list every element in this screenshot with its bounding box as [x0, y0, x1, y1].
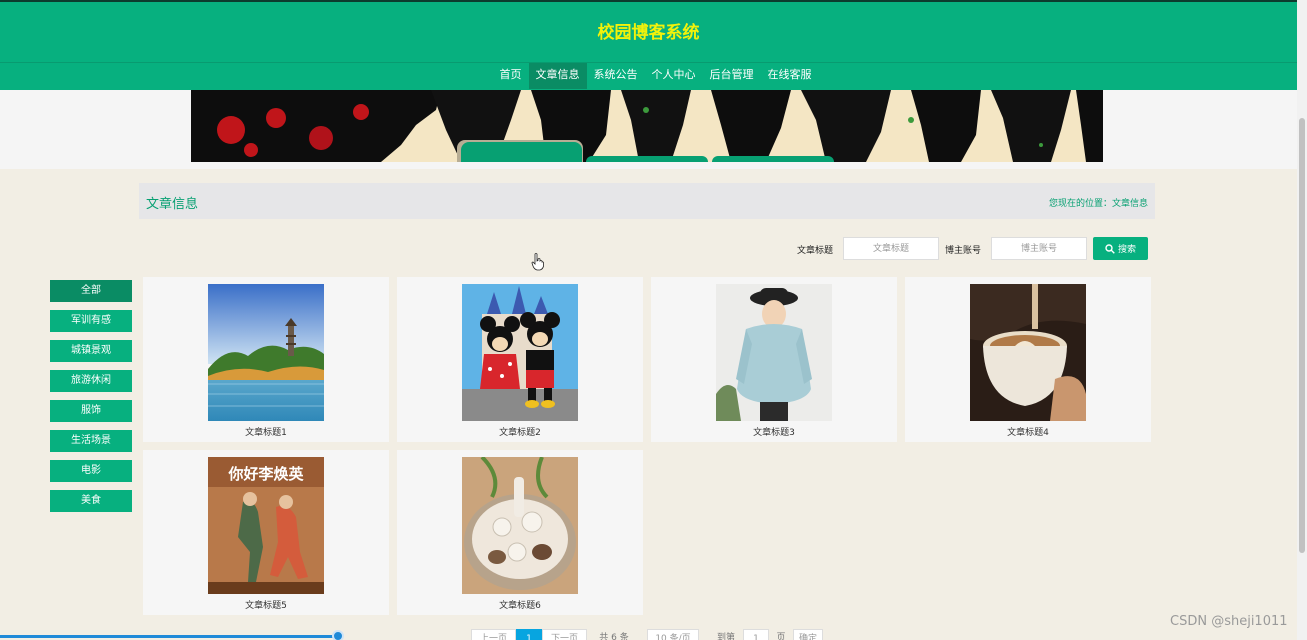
scrollbar-thumb[interactable] [1299, 118, 1305, 553]
lake-pagoda-photo[interactable] [208, 284, 324, 421]
page-size-select[interactable]: 10 条/页 [647, 629, 699, 640]
nav-articles[interactable]: 文章信息 [528, 63, 587, 89]
page-unit-label: 页 [776, 633, 786, 640]
soup-dish-photo[interactable] [462, 457, 578, 594]
main-nav: 首页 文章信息 系统公告 个人中心 后台管理 在线客服 [0, 62, 1297, 90]
search-button-label: 搜索 [1117, 244, 1136, 254]
next-page-button[interactable]: 下一页 [542, 629, 587, 640]
watermark: CSDN @sheji1011 [1170, 614, 1288, 629]
article-card-2[interactable]: 文章标题2 [397, 277, 643, 442]
article-title-2: 文章标题2 [499, 428, 541, 438]
article-title-3: 文章标题3 [753, 428, 795, 438]
latte-art-photo[interactable] [970, 284, 1086, 421]
mickey-minnie-castle-photo[interactable] [462, 284, 578, 421]
video-progress-bar[interactable] [0, 635, 338, 638]
video-progress-knob[interactable] [332, 630, 344, 640]
article-card-6[interactable]: 文章标题6 [397, 450, 643, 615]
hand-cursor-icon [531, 253, 544, 271]
nav-personal-center[interactable]: 个人中心 [645, 63, 703, 89]
article-title-1: 文章标题1 [245, 428, 287, 438]
banner-tab-1-inner[interactable] [461, 142, 582, 162]
article-card-5[interactable]: 你好李焕英 文章标题5 [143, 450, 389, 615]
nav-announcements[interactable]: 系统公告 [587, 63, 645, 89]
site-header: 校园博客系统 [0, 0, 1297, 62]
category-all[interactable]: 全部 [50, 280, 132, 302]
nav-online-service[interactable]: 在线客服 [761, 63, 819, 89]
movie-poster-photo[interactable]: 你好李焕英 [208, 457, 324, 594]
category-town-landscape[interactable]: 城镇景观 [50, 340, 132, 362]
category-movies[interactable]: 电影 [50, 460, 132, 482]
page-scrollbar[interactable] [1297, 0, 1307, 640]
category-list: 全部 军训有感 城镇景观 旅游休闲 服饰 生活场景 电影 美食 [50, 280, 132, 520]
banner-tab-2[interactable] [586, 156, 708, 162]
goto-page-input[interactable]: 1 [743, 629, 769, 640]
article-card-1[interactable]: 文章标题1 [143, 277, 389, 442]
banner-image [191, 90, 1103, 162]
category-life-scenes[interactable]: 生活场景 [50, 430, 132, 452]
account-search-input[interactable] [991, 237, 1087, 260]
banner-tab-3[interactable] [712, 156, 834, 162]
page-head: 文章信息 您现在的位置：文章信息 [139, 183, 1155, 219]
article-card-4[interactable]: 文章标题4 [905, 277, 1151, 442]
nav-admin[interactable]: 后台管理 [703, 63, 761, 89]
total-count: 共 6 条 [599, 633, 629, 640]
page-1-button[interactable]: 1 [516, 629, 542, 640]
category-military-training[interactable]: 军训有感 [50, 310, 132, 332]
breadcrumb: 您现在的位置：文章信息 [1048, 199, 1148, 209]
movie-poster-title: 你好李焕英 [227, 465, 304, 483]
search-icon [1105, 243, 1115, 254]
account-search-label: 博主账号 [945, 246, 982, 256]
article-card-3[interactable]: 文章标题3 [651, 277, 897, 442]
category-clothing[interactable]: 服饰 [50, 400, 132, 422]
nav-home[interactable]: 首页 [493, 63, 529, 89]
category-travel[interactable]: 旅游休闲 [50, 370, 132, 392]
page-title: 文章信息 [146, 197, 199, 212]
title-search-input[interactable] [843, 237, 939, 260]
article-title-6: 文章标题6 [499, 601, 541, 611]
goto-label: 到第 [716, 633, 735, 640]
article-title-5: 文章标题5 [245, 601, 287, 611]
article-title-4: 文章标题4 [1007, 428, 1049, 438]
search-button[interactable]: 搜索 [1093, 237, 1148, 260]
title-search-label: 文章标题 [797, 246, 834, 256]
goto-confirm-button[interactable]: 确定 [793, 629, 823, 640]
prev-page-button[interactable]: 上一页 [471, 629, 516, 640]
hoodie-model-photo[interactable] [716, 284, 832, 421]
site-title: 校园博客系统 [597, 23, 700, 43]
category-food[interactable]: 美食 [50, 490, 132, 512]
